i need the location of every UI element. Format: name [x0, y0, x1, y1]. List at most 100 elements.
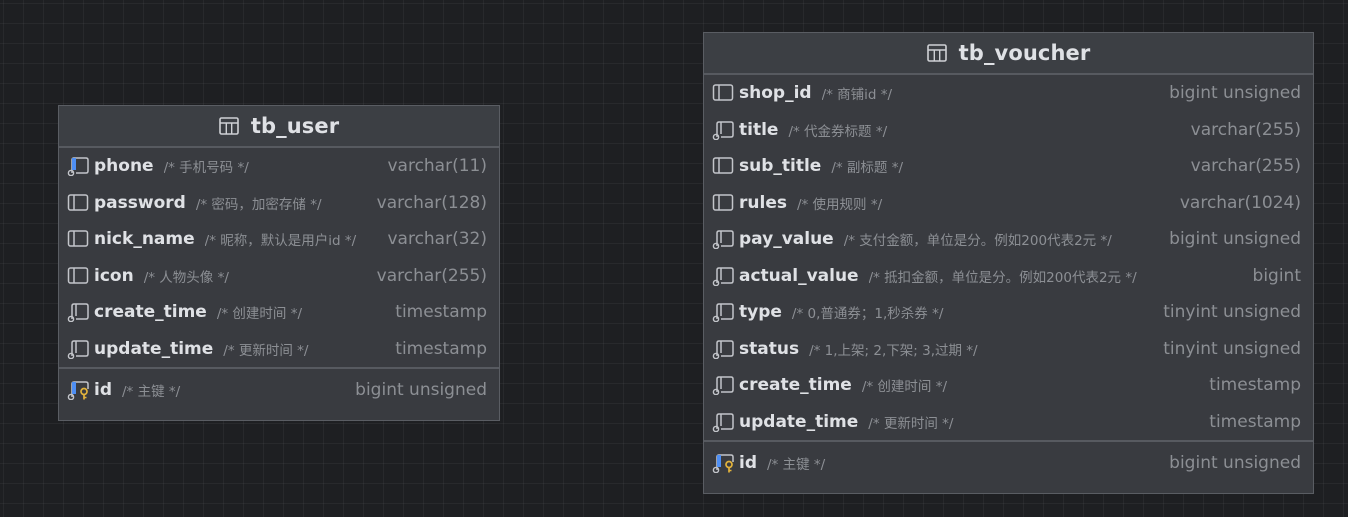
primary-key-section: id /* 主键 */ bigint unsigned [59, 367, 499, 410]
column-row-create-time[interactable]: create_time /* 创建时间 */ timestamp [59, 294, 499, 331]
column-name: icon [94, 265, 134, 286]
column-row-shop-id[interactable]: shop_id /* 商铺id */ bigint unsigned [704, 75, 1313, 112]
column-comment: /* 商铺id */ [821, 87, 893, 104]
column-type: timestamp [1209, 375, 1301, 396]
column-icon [712, 156, 735, 176]
column-comment: /* 昵称，默认是用户id */ [204, 233, 357, 250]
column-comment: /* 使用规则 */ [796, 196, 883, 213]
column-comment: /* 支付金额，单位是分。例如200代表2元 */ [843, 233, 1112, 250]
column-notnull-icon [712, 412, 735, 432]
table-icon [219, 117, 239, 135]
column-type: bigint [1252, 265, 1301, 286]
column-name: type [739, 302, 782, 323]
column-type: varchar(1024) [1179, 192, 1301, 213]
table-header[interactable]: tb_user [59, 106, 499, 148]
table-tb-user[interactable]: tb_user phone /* 手机号码 */ varchar(11) passwo… [58, 105, 500, 421]
column-comment: /* 主键 */ [122, 383, 181, 400]
column-comment: /* 抵扣金额，单位是分。例如200代表2元 */ [868, 269, 1137, 286]
column-comment: /* 0,普通券；1,秒杀券 */ [791, 306, 944, 323]
primary-key-section: id /* 主键 */ bigint unsigned [704, 440, 1313, 483]
column-notnull-icon [712, 302, 735, 323]
primary-key-icon [67, 380, 90, 400]
column-name: rules [739, 192, 787, 213]
column-comment: /* 创建时间 */ [216, 306, 303, 323]
column-comment: /* 主键 */ [767, 456, 826, 473]
column-comment: /* 副标题 */ [831, 160, 904, 177]
column-name: phone [94, 156, 154, 177]
column-name: create_time [94, 302, 207, 323]
column-comment: /* 手机号码 */ [163, 160, 249, 177]
column-comment: /* 更新时间 */ [868, 415, 954, 432]
column-name: status [739, 338, 800, 359]
column-icon [712, 83, 735, 103]
column-comment: /* 创建时间 */ [861, 379, 948, 396]
column-notnull-icon [67, 302, 90, 323]
column-icon [67, 229, 90, 249]
table-title: tb_voucher [958, 41, 1091, 65]
column-row-phone[interactable]: phone /* 手机号码 */ varchar(11) [59, 148, 499, 185]
column-name: sub_title [739, 156, 822, 177]
column-comment: /* 人物头像 */ [143, 269, 229, 286]
column-name: shop_id [739, 83, 812, 104]
column-row-actual-value[interactable]: actual_value /* 抵扣金额，单位是分。例如200代表2元 */ big… [704, 258, 1313, 295]
column-type: bigint unsigned [1169, 83, 1301, 104]
column-name: id [94, 379, 112, 400]
column-type: varchar(128) [376, 192, 487, 213]
primary-key-icon [712, 453, 735, 473]
table-icon [926, 44, 947, 62]
column-notnull-icon [712, 120, 735, 140]
table-title: tb_user [250, 114, 340, 138]
column-type: timestamp [1209, 411, 1301, 432]
column-name: update_time [739, 411, 859, 432]
column-row-pay-value[interactable]: pay_value /* 支付金额，单位是分。例如200代表2元 */ bigint… [704, 221, 1313, 258]
column-name: password [94, 192, 186, 213]
column-notnull-icon [712, 375, 735, 396]
column-comment: /* 代金券标题 */ [788, 123, 888, 140]
primary-key-row[interactable]: id /* 主键 */ bigint unsigned [704, 442, 1313, 483]
column-type: bigint unsigned [1169, 229, 1301, 250]
column-row-type[interactable]: type /* 0,普通券；1,秒杀券 */ tinyint unsigned [704, 294, 1313, 331]
column-name: create_time [739, 375, 852, 396]
column-row-title[interactable]: title /* 代金券标题 */ varchar(255) [704, 112, 1313, 149]
column-name: title [739, 119, 779, 140]
column-icon [67, 266, 90, 286]
column-row-create-time[interactable]: create_time /* 创建时间 */ timestamp [704, 367, 1313, 404]
column-notnull-icon [67, 339, 90, 359]
column-notnull-icon [712, 229, 735, 250]
column-name: nick_name [94, 229, 195, 250]
column-comment: /* 更新时间 */ [223, 342, 309, 359]
column-type: bigint unsigned [355, 379, 487, 400]
column-row-update-time[interactable]: update_time /* 更新时间 */ timestamp [59, 331, 499, 368]
column-icon [67, 193, 90, 213]
primary-key-row[interactable]: id /* 主键 */ bigint unsigned [59, 369, 499, 410]
column-row-icon[interactable]: icon /* 人物头像 */ varchar(255) [59, 258, 499, 295]
column-row-password[interactable]: password /* 密码，加密存储 */ varchar(128) [59, 185, 499, 222]
column-type: timestamp [395, 338, 487, 359]
column-row-update-time[interactable]: update_time /* 更新时间 */ timestamp [704, 404, 1313, 441]
column-comment: /* 1,上架; 2,下架; 3,过期 */ [809, 342, 978, 359]
column-name: actual_value [739, 265, 859, 286]
column-type: tinyint unsigned [1163, 302, 1301, 323]
column-row-nick-name[interactable]: nick_name /* 昵称，默认是用户id */ varchar(32) [59, 221, 499, 258]
column-notnull-icon [712, 339, 735, 359]
table-header[interactable]: tb_voucher [704, 33, 1313, 75]
column-name: id [739, 452, 757, 473]
column-row-status[interactable]: status /* 1,上架; 2,下架; 3,过期 */ tinyint unsi… [704, 331, 1313, 368]
column-type: varchar(255) [376, 265, 487, 286]
column-comment: /* 密码，加密存储 */ [195, 196, 322, 213]
column-type: tinyint unsigned [1163, 338, 1301, 359]
column-type: varchar(32) [387, 229, 487, 250]
column-list: shop_id /* 商铺id */ bigint unsigned title /* … [704, 75, 1313, 440]
column-indexed-icon [67, 156, 90, 177]
table-tb-voucher[interactable]: tb_voucher shop_id /* 商铺id */ bigint unsig… [703, 32, 1314, 494]
column-notnull-icon [712, 266, 735, 286]
column-name: update_time [94, 338, 214, 359]
column-name: pay_value [739, 229, 834, 250]
column-type: timestamp [395, 302, 487, 323]
column-row-rules[interactable]: rules /* 使用规则 */ varchar(1024) [704, 185, 1313, 222]
column-row-sub-title[interactable]: sub_title /* 副标题 */ varchar(255) [704, 148, 1313, 185]
column-icon [712, 193, 735, 213]
column-type: varchar(11) [387, 156, 487, 177]
column-list: phone /* 手机号码 */ varchar(11) password /* 密码，… [59, 148, 499, 367]
column-type: varchar(255) [1190, 156, 1301, 177]
